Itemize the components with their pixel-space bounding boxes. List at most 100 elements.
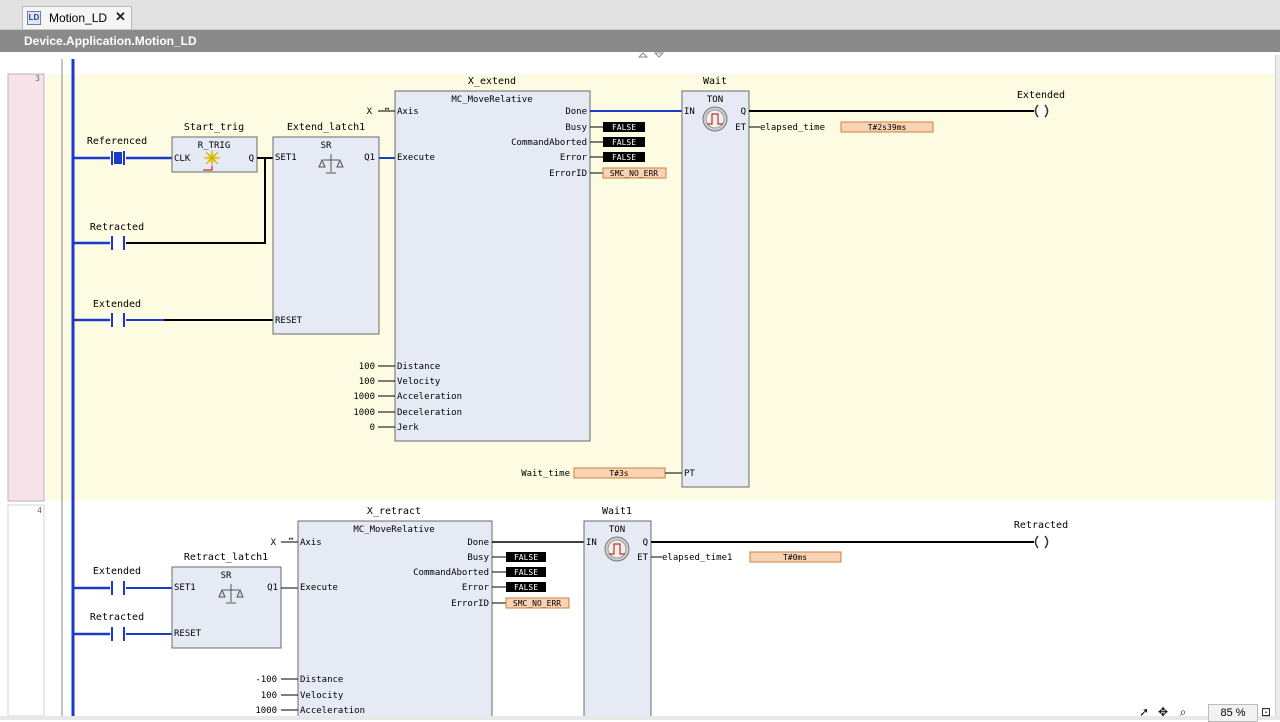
x-extend-jerk-value[interactable]: 0	[370, 423, 375, 433]
x-extend-in-distance: Distance	[397, 362, 440, 372]
tab-motion-ld[interactable]: LD Motion_LD ✕	[22, 6, 132, 29]
x-extend-errorid-value: SMC_NO_ERR	[610, 169, 658, 178]
wait1-type: TON	[609, 525, 625, 535]
wait-et: ET	[735, 123, 746, 133]
retract-latch-set1: SET1	[174, 583, 196, 593]
function-block-x-retract[interactable]	[297, 520, 493, 716]
coil-extended-label: Extended	[1017, 90, 1065, 101]
wait-et-var: elapsed_time	[760, 123, 825, 133]
x-retract-in-axis: Axis	[300, 538, 322, 548]
rung-3-number-cell[interactable]	[7, 73, 45, 502]
wait1-et: ET	[637, 553, 648, 563]
wait1-instance: Wait1	[602, 506, 632, 517]
zoom-fit-icon[interactable]: ⊡	[1258, 704, 1274, 720]
x-extend-distance-value[interactable]: 100	[359, 362, 375, 372]
rung-3-number: 3	[35, 74, 40, 83]
x-extend-in-deceleration: Deceleration	[397, 408, 462, 418]
vertical-scrollbar[interactable]	[1275, 55, 1280, 720]
x-retract-out-errorid: ErrorID	[451, 599, 489, 609]
extend-latch-q1: Q1	[364, 153, 375, 163]
wait-pt-value: T#3s	[609, 469, 628, 478]
x-retract-in-velocity: Velocity	[300, 691, 344, 701]
close-icon[interactable]: ✕	[115, 9, 126, 25]
x-retract-axis-var: X	[271, 538, 277, 548]
extend-latch-set1: SET1	[275, 153, 297, 163]
x-extend-out-done: Done	[565, 107, 587, 117]
start-trig-type: R_TRIG	[198, 141, 231, 151]
wait-type: TON	[707, 95, 723, 105]
inout-arrow-icon: ↔	[289, 534, 294, 543]
x-retract-distance-value[interactable]: -100	[255, 675, 277, 685]
r4-contact-extended-label: Extended	[93, 566, 141, 577]
x-extend-in-axis: Axis	[397, 107, 419, 117]
zoom-level[interactable]: 85 %	[1208, 704, 1258, 722]
retract-latch-instance: Retract_latch1	[184, 552, 268, 563]
x-retract-out-done: Done	[467, 538, 489, 548]
function-block-extend-latch[interactable]	[272, 136, 380, 335]
extend-latch-type: SR	[321, 141, 332, 151]
x-retract-instance: X_retract	[367, 506, 421, 517]
wait-et-value: T#2s39ms	[868, 123, 907, 132]
wait-pt: PT	[684, 469, 695, 479]
x-retract-acceleration-value[interactable]: 1000	[255, 706, 277, 716]
ladder-diagram-canvas[interactable]: 3 4 Referenced Start_trig R_TRIG CLK Q R…	[0, 52, 1275, 716]
x-retract-velocity-value[interactable]: 100	[261, 691, 277, 701]
x-extend-out-error: Error	[560, 153, 588, 163]
x-extend-velocity-value[interactable]: 100	[359, 377, 375, 387]
x-extend-out-busy: Busy	[565, 123, 587, 133]
ladder-diagram-icon: LD	[27, 11, 41, 25]
pointer-icon[interactable]: ➚	[1136, 704, 1152, 720]
retract-latch-type: SR	[221, 571, 232, 581]
x-extend-out-errorid: ErrorID	[549, 169, 587, 179]
r4-contact-retracted-label: Retracted	[90, 612, 144, 623]
x-retract-in-execute: Execute	[300, 583, 338, 593]
x-extend-axis-var: X	[367, 107, 373, 117]
x-extend-instance: X_extend	[468, 76, 516, 87]
wait1-q: Q	[643, 538, 648, 548]
start-trig-q: Q	[249, 154, 254, 164]
contact-retracted-label: Retracted	[90, 222, 144, 233]
tab-label: Motion_LD	[49, 11, 108, 25]
x-retract-busy-value: FALSE	[514, 553, 538, 562]
x-retract-in-distance: Distance	[300, 675, 343, 685]
x-retract-commandaborted-value: FALSE	[514, 568, 538, 577]
move-icon[interactable]: ✥	[1155, 704, 1171, 720]
x-retract-errorid-value: SMC_NO_ERR	[513, 599, 561, 608]
wait-pt-var: Wait_time	[521, 469, 570, 479]
editor-tab-bar	[0, 0, 1280, 30]
zoom-icon[interactable]: ⌕	[1175, 704, 1191, 720]
x-extend-acceleration-value[interactable]: 1000	[353, 392, 375, 402]
coil-retracted-label: Retracted	[1014, 520, 1068, 531]
x-retract-error-value: FALSE	[514, 583, 538, 592]
wait-in: IN	[684, 107, 695, 117]
x-extend-in-acceleration: Acceleration	[397, 392, 462, 402]
rung-4-number-cell[interactable]	[7, 504, 45, 716]
x-retract-out-error: Error	[462, 583, 490, 593]
x-extend-busy-value: FALSE	[612, 123, 636, 132]
function-block-wait[interactable]	[681, 90, 750, 488]
wait1-et-var: elapsed_time1	[662, 553, 732, 563]
x-extend-type: MC_MoveRelative	[451, 95, 532, 105]
contact-extended-label: Extended	[93, 299, 141, 310]
wait1-in: IN	[586, 538, 597, 548]
editor-path-bar: Device.Application.Motion_LD	[0, 30, 1280, 52]
extend-latch-reset: RESET	[275, 316, 303, 326]
x-extend-error-value: FALSE	[612, 153, 636, 162]
x-retract-in-acceleration: Acceleration	[300, 706, 365, 716]
x-retract-out-busy: Busy	[467, 553, 489, 563]
x-extend-out-commandaborted: CommandAborted	[511, 138, 587, 148]
rung-4-number: 4	[37, 506, 42, 515]
x-extend-commandaborted-value: FALSE	[612, 138, 636, 147]
x-extend-deceleration-value[interactable]: 1000	[353, 408, 375, 418]
contact-referenced-label: Referenced	[87, 136, 147, 147]
timer-icon	[604, 536, 630, 562]
wait1-et-value: T#0ms	[783, 553, 807, 562]
x-retract-out-commandaborted: CommandAborted	[413, 568, 489, 578]
page-title: Device.Application.Motion_LD	[24, 34, 197, 48]
splitter-arrows[interactable]	[637, 52, 665, 58]
retract-latch-reset: RESET	[174, 629, 202, 639]
x-extend-in-jerk: Jerk	[397, 423, 419, 433]
horizontal-scrollbar[interactable]	[0, 716, 1280, 720]
start-trig-clk: CLK	[174, 154, 191, 164]
inout-arrow-icon: ↔	[385, 104, 390, 113]
